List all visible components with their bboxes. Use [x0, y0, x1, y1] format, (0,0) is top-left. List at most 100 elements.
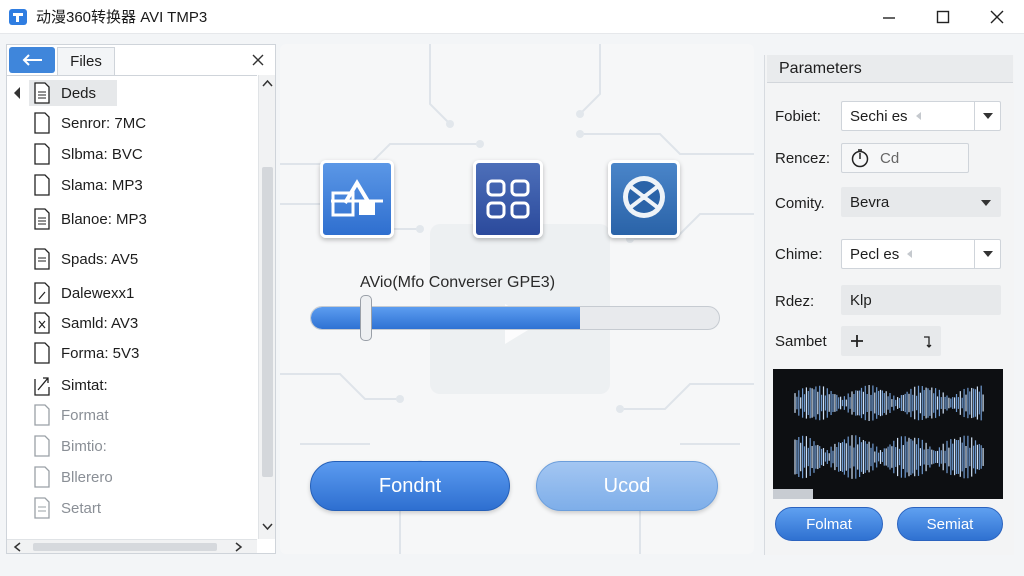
chevron-left-icon[interactable]: [13, 87, 21, 99]
file-label: Deds: [61, 84, 97, 102]
file-label: Dalewexx1: [61, 284, 135, 302]
list-item[interactable]: Simtat:: [7, 370, 257, 400]
arrow-left-icon: [22, 54, 42, 66]
dropdown-value: Bevra: [850, 193, 890, 211]
list-item[interactable]: Slbma: BVC: [7, 139, 257, 169]
disc-tool-button[interactable]: [608, 160, 680, 238]
folmat-button[interactable]: Folmat: [775, 507, 883, 541]
file-label: Bllerero: [61, 468, 113, 486]
grid-tool-button[interactable]: [473, 160, 543, 238]
dropdown-value: Sechi es: [850, 107, 908, 125]
file-label: Samld: AV3: [61, 314, 139, 332]
dropdown-value: Pecl es: [850, 245, 900, 263]
parameters-panel: Parameters Fobiet: Sechi es Rencez: Cd C…: [764, 55, 1014, 555]
list-item[interactable]: Samld: AV3: [7, 308, 257, 338]
chevron-right-icon[interactable]: [235, 542, 243, 552]
waveform-graphic: [773, 385, 984, 499]
rencez-input[interactable]: Cd: [841, 143, 969, 173]
list-item[interactable]: Forma: 5V3: [7, 338, 257, 368]
scrollbar-thumb[interactable]: [262, 167, 273, 477]
file-label: Slbma: BVC: [61, 145, 143, 163]
back-button[interactable]: [9, 47, 55, 73]
document-lines-icon: [34, 248, 50, 270]
list-item[interactable]: Spads: AV5: [7, 244, 257, 274]
files-panel: Files Deds Senror: 7MC Slbma: BVC Slama:…: [6, 44, 276, 554]
file-list: Deds Senror: 7MC Slbma: BVC Slama: MP3 B…: [7, 75, 257, 539]
comity-dropdown[interactable]: Bevra: [841, 187, 1001, 217]
list-item[interactable]: Blanoe: MP3: [7, 204, 257, 234]
file-label: Simtat:: [61, 376, 108, 394]
dropdown-arrow[interactable]: [974, 102, 1000, 130]
chevron-down-icon: [981, 200, 991, 206]
export-icon: [34, 377, 50, 396]
window-controls: [862, 0, 1024, 34]
document-icon: [34, 112, 50, 134]
document-edit-icon: [34, 282, 50, 304]
maximize-button[interactable]: [916, 0, 970, 34]
file-label: Bimtio:: [61, 437, 107, 455]
chevron-down-icon[interactable]: [262, 523, 273, 531]
file-label: Spads: AV5: [61, 250, 139, 268]
progress-handle[interactable]: [360, 295, 372, 341]
semiat-button[interactable]: Semiat: [897, 507, 1003, 541]
list-item[interactable]: Deds: [7, 78, 257, 108]
sambet-control[interactable]: [841, 326, 941, 356]
list-item[interactable]: Bimtio:: [7, 431, 257, 461]
film-edit-icon: [331, 179, 383, 217]
fobiet-dropdown[interactable]: Sechi es: [841, 101, 1001, 131]
cursor-icon: [924, 336, 932, 348]
file-label: Format: [61, 406, 109, 424]
chevron-down-icon: [982, 113, 993, 119]
plus-icon[interactable]: [850, 334, 864, 348]
close-button[interactable]: [970, 0, 1024, 34]
rdez-value: Klp: [850, 291, 872, 309]
list-item[interactable]: Senror: 7MC: [7, 108, 257, 138]
file-label: Forma: 5V3: [61, 344, 140, 362]
grid-icon: [486, 179, 530, 219]
rdez-field[interactable]: Klp: [841, 285, 1001, 315]
waveform-position: [773, 489, 813, 499]
chevron-down-icon: [982, 251, 993, 257]
list-item[interactable]: Format: [7, 400, 257, 430]
audio-waveform[interactable]: [773, 369, 1003, 499]
scrollbar-thumb[interactable]: [33, 543, 217, 551]
caret-left-icon: [907, 250, 913, 258]
file-label: Slama: MP3: [61, 176, 143, 194]
list-item[interactable]: Dalewexx1: [7, 278, 257, 308]
edit-tool-button[interactable]: [320, 160, 394, 238]
document-icon: [34, 435, 50, 457]
dropdown-arrow[interactable]: [974, 240, 1000, 268]
disc-icon: [623, 176, 665, 218]
list-item[interactable]: Slama: MP3: [7, 170, 257, 200]
param-label-rencez: Rencez:: [775, 150, 831, 167]
horizontal-scrollbar[interactable]: [7, 539, 257, 553]
fondnt-button[interactable]: Fondnt: [310, 461, 510, 511]
document-lines-icon: [34, 208, 50, 230]
document-icon: [34, 342, 50, 364]
param-label-comity: Comity.: [775, 195, 825, 212]
progress-fill: [311, 307, 581, 329]
timer-icon: [851, 149, 869, 168]
document-icon: [34, 143, 50, 165]
chevron-up-icon[interactable]: [262, 79, 273, 87]
param-label-chime: Chime:: [775, 246, 823, 263]
files-panel-close-button[interactable]: [247, 49, 269, 71]
document-lines-icon: [34, 497, 50, 519]
close-icon: [990, 10, 1004, 24]
rencez-value: Cd: [880, 149, 900, 167]
file-label: Blanoe: MP3: [61, 210, 147, 228]
param-label-fobiet: Fobiet:: [775, 108, 821, 125]
ucod-button[interactable]: Ucod: [536, 461, 718, 511]
file-label: Senror: 7MC: [61, 114, 147, 132]
vertical-scrollbar[interactable]: [258, 75, 275, 539]
chevron-left-icon[interactable]: [13, 542, 21, 552]
app-logo-icon: [9, 8, 27, 25]
tab-files[interactable]: Files: [57, 47, 115, 75]
list-item[interactable]: Bllerero: [7, 462, 257, 492]
files-panel-header: Files: [7, 45, 275, 75]
document-lines-icon: [34, 82, 50, 104]
minimize-button[interactable]: [862, 0, 916, 34]
conversion-label: AVio(Mfo Converser GPE3): [360, 274, 556, 291]
chime-dropdown[interactable]: Pecl es: [841, 239, 1001, 269]
list-item[interactable]: Setart: [7, 493, 257, 523]
